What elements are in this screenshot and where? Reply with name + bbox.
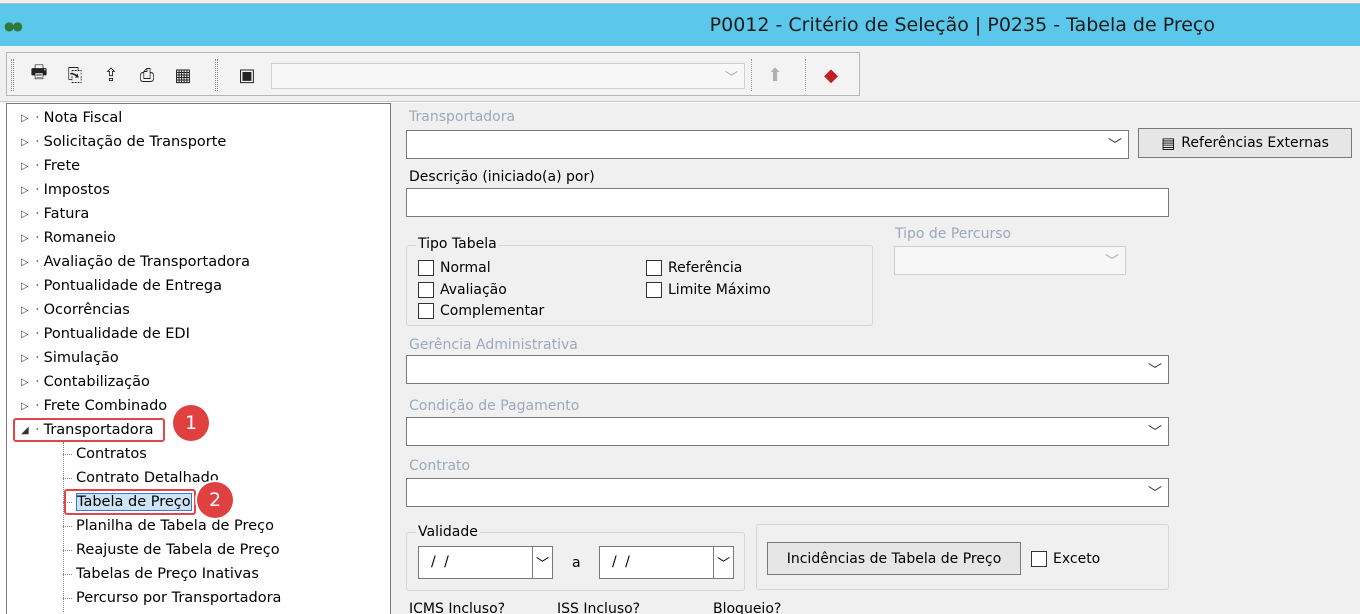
chevron-down-icon: ﹀ xyxy=(724,71,738,86)
tipo-percurso-label: Tipo de Percurso xyxy=(895,226,1012,242)
expand-arrow-icon[interactable]: ▷ xyxy=(21,353,35,364)
tree-item-impostos[interactable]: ▷ · Impostos xyxy=(7,178,112,202)
expand-arrow-icon[interactable]: ▷ xyxy=(21,329,35,340)
tree-item-contrato-detalhado[interactable]: Contrato Detalhado xyxy=(63,466,219,490)
toolbar-area: 🖶 ⎘ ⇪ ⎙ ▦ ▣ ﹀ ⬆ ◆ xyxy=(0,46,1360,102)
contrato-label: Contrato xyxy=(409,458,471,474)
toolbar-grip[interactable] xyxy=(11,59,14,91)
chevron-down-icon: ﹀ xyxy=(1108,138,1122,154)
expand-arrow-icon[interactable]: ▷ xyxy=(21,233,35,244)
transportadora-combo[interactable]: ﹀ xyxy=(406,130,1129,159)
toolbar-separator-2 xyxy=(805,59,806,91)
chevron-down-icon[interactable]: ﹀ xyxy=(532,547,552,578)
tree-item-fatura[interactable]: ▷ · Fatura xyxy=(7,202,91,226)
validade-to-input[interactable]: / / ﹀ xyxy=(599,546,734,579)
toolbar-combo[interactable]: ﹀ xyxy=(271,63,745,89)
expand-arrow-icon[interactable]: ▷ xyxy=(21,113,35,124)
toolbar-separator xyxy=(751,59,752,91)
exceto-checkbox[interactable]: Exceto xyxy=(1031,551,1100,567)
window-title: P0012 - Critério de Seleção | P0235 - Ta… xyxy=(709,14,1215,36)
descricao-label: Descrição (iniciado(a) por) xyxy=(409,169,595,185)
expand-arrow-icon[interactable]: ▷ xyxy=(21,377,35,388)
expand-arrow-icon[interactable]: ▷ xyxy=(21,305,35,316)
step-badge-2: 2 xyxy=(197,482,233,518)
tree-item-nota-fiscal[interactable]: ▷ · Nota Fiscal xyxy=(7,106,124,130)
tipo-percurso-combo[interactable]: ﹀ xyxy=(894,246,1126,275)
condicao-label: Condição de Pagamento xyxy=(409,398,580,414)
validade-separator: a xyxy=(572,555,581,571)
chevron-down-icon: ﹀ xyxy=(1148,425,1162,441)
tree-item-romaneio[interactable]: ▷ · Romaneio xyxy=(7,226,118,250)
tree-item-frete-combinado[interactable]: ▷ · Frete Combinado xyxy=(7,394,169,418)
expand-arrow-icon[interactable]: ▷ xyxy=(21,137,35,148)
window-dots-icon: ●● xyxy=(4,19,23,33)
limite-maximo-checkbox[interactable]: Limite Máximo xyxy=(646,282,771,298)
tree-item-contabilizacao[interactable]: ▷ · Contabilização xyxy=(7,370,152,394)
copy-pages-icon[interactable]: ⎘ xyxy=(63,63,87,87)
tree-item-ocorrencias[interactable]: ▷ · Ocorrências xyxy=(7,298,132,322)
tree-item-pontualidade-edi[interactable]: ▷ · Pontualidade de EDI xyxy=(7,322,192,346)
delete-icon[interactable]: ⬆ xyxy=(763,63,787,87)
expand-arrow-icon[interactable]: ▷ xyxy=(21,185,35,196)
tree-item-planilha[interactable]: Planilha de Tabela de Preço xyxy=(63,514,274,538)
expand-arrow-icon[interactable]: ▷ xyxy=(21,257,35,268)
tree-item-simulacao[interactable]: ▷ · Simulação xyxy=(7,346,121,370)
referencia-checkbox[interactable]: Referência xyxy=(646,260,742,276)
print-preview-icon[interactable]: ⎙ xyxy=(135,63,159,87)
tree-item-frete[interactable]: ▷ · Frete xyxy=(7,154,82,178)
eraser-icon[interactable]: ◆ xyxy=(819,63,843,87)
highlight-box-2 xyxy=(64,489,196,515)
tree-item-reajuste[interactable]: Reajuste de Tabela de Preço xyxy=(63,538,280,562)
save-icon[interactable]: ▣ xyxy=(235,63,259,87)
tree-item-inativas[interactable]: Tabelas de Preço Inativas xyxy=(63,562,259,586)
descricao-input[interactable] xyxy=(406,188,1169,217)
avaliacao-checkbox[interactable]: Avaliação xyxy=(418,282,507,298)
complementar-checkbox[interactable]: Complementar xyxy=(418,303,544,319)
icms-incluso-label: ICMS Incluso? xyxy=(409,601,506,614)
chevron-down-icon: ﹀ xyxy=(1105,254,1119,270)
transportadora-label: Transportadora xyxy=(409,109,516,125)
bloqueio-label: Bloqueio? xyxy=(713,601,782,614)
expand-arrow-icon[interactable]: ▷ xyxy=(21,401,35,412)
incidencias-button[interactable]: Incidências de Tabela de Preço xyxy=(767,542,1021,575)
condicao-combo[interactable]: ﹀ xyxy=(406,417,1169,446)
report-icon[interactable]: ▦ xyxy=(171,63,195,87)
toolbar: 🖶 ⎘ ⇪ ⎙ ▦ ▣ ﹀ ⬆ ◆ xyxy=(6,52,860,96)
criteria-form: Transportadora ﹀ ▤ Referências Externas … xyxy=(397,103,1360,614)
chevron-down-icon: ﹀ xyxy=(1148,363,1162,379)
tree-item-solicitacao[interactable]: ▷ · Solicitação de Transporte xyxy=(7,130,228,154)
validade-from-input[interactable]: / / ﹀ xyxy=(418,546,553,579)
navigation-tree[interactable]: ▷ · Nota Fiscal ▷ · Solicitação de Transport… xyxy=(6,103,391,614)
highlight-box-1 xyxy=(13,418,165,442)
export-icon[interactable]: ⇪ xyxy=(99,63,123,87)
reference-book-icon: ▤ xyxy=(1161,134,1176,152)
tree-item-contratos[interactable]: Contratos xyxy=(63,442,147,466)
chevron-down-icon: ﹀ xyxy=(1148,486,1162,502)
validade-title: Validade xyxy=(416,524,480,540)
toolbar-grip-2[interactable] xyxy=(215,59,218,91)
referencias-externas-button[interactable]: ▤ Referências Externas xyxy=(1138,128,1352,158)
contrato-combo[interactable]: ﹀ xyxy=(406,478,1169,507)
gerencia-label: Gerência Administrativa xyxy=(409,337,578,353)
normal-checkbox[interactable]: Normal xyxy=(418,260,491,276)
expand-arrow-icon[interactable]: ▷ xyxy=(21,209,35,220)
chevron-down-icon[interactable]: ﹀ xyxy=(713,547,733,578)
title-bar: ●● P0012 - Critério de Seleção | P0235 -… xyxy=(0,4,1360,46)
printer-icon[interactable]: 🖶 xyxy=(27,62,51,87)
expand-arrow-icon[interactable]: ▷ xyxy=(21,161,35,172)
tree-item-pontualidade-entrega[interactable]: ▷ · Pontualidade de Entrega xyxy=(7,274,224,298)
tipo-tabela-title: Tipo Tabela xyxy=(416,236,499,252)
tree-item-percurso[interactable]: Percurso por Transportadora xyxy=(63,586,281,610)
step-badge-1: 1 xyxy=(173,405,209,441)
tree-item-avaliacao[interactable]: ▷ · Avaliação de Transportadora xyxy=(7,250,252,274)
iss-incluso-label: ISS Incluso? xyxy=(557,601,641,614)
gerencia-combo[interactable]: ﹀ xyxy=(406,355,1169,384)
expand-arrow-icon[interactable]: ▷ xyxy=(21,281,35,292)
